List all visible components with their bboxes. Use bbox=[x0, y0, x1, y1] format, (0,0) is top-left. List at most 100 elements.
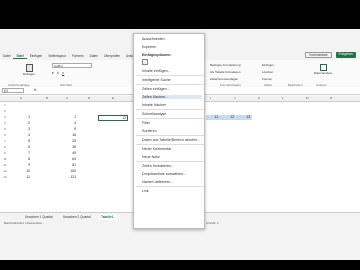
row-header[interactable]: 12 bbox=[0, 169, 10, 173]
cell-b11[interactable]: 81 bbox=[62, 163, 76, 167]
cell-selected[interactable]: 13 bbox=[238, 115, 250, 119]
menu-smart-lookup[interactable]: Intelligente Suche bbox=[142, 78, 171, 82]
menu-format-cells[interactable]: Zellen formatieren... bbox=[142, 164, 174, 168]
tab-review[interactable]: Überprüfen bbox=[101, 54, 123, 58]
menu-insert-cells[interactable]: Zellen einfügen... bbox=[142, 87, 170, 91]
row-header[interactable]: 1 bbox=[0, 103, 10, 107]
row-header[interactable]: 3 bbox=[0, 115, 10, 119]
underline-button[interactable]: U bbox=[62, 71, 64, 75]
menu-cut[interactable]: Ausschneiden bbox=[142, 37, 165, 41]
row-header[interactable]: 2 bbox=[0, 109, 10, 113]
column-header[interactable]: L bbox=[282, 96, 284, 100]
row-header[interactable]: 6 bbox=[0, 133, 10, 137]
paste-icon[interactable] bbox=[142, 59, 148, 65]
cell-b8[interactable]: 36 bbox=[62, 145, 76, 149]
cell-a13[interactable]: 11 bbox=[14, 175, 30, 179]
menu-link[interactable]: Link bbox=[142, 189, 149, 193]
column-header[interactable]: D bbox=[88, 96, 90, 100]
tab-page-layout[interactable]: Seitenlayout bbox=[45, 54, 69, 58]
cell-a8[interactable]: 6 bbox=[14, 145, 30, 149]
row-header[interactable]: 11 bbox=[0, 163, 10, 167]
column-header[interactable]: E bbox=[112, 96, 114, 100]
menu-clear-contents[interactable]: Inhalte löschen bbox=[142, 103, 166, 107]
menu-sort[interactable]: Sortieren bbox=[142, 129, 157, 133]
cell-b4[interactable]: 4 bbox=[62, 121, 76, 125]
menu-get-data[interactable]: Daten aus Tabelle/Bereich abrufen... bbox=[142, 138, 200, 142]
tab-file[interactable]: Datei bbox=[0, 54, 13, 58]
menu-new-note[interactable]: Neue Notiz bbox=[142, 155, 160, 159]
row-header[interactable]: 9 bbox=[0, 151, 10, 155]
chart-icon bbox=[319, 64, 327, 71]
delete-cells-button[interactable]: Löschen bbox=[262, 70, 273, 74]
menu-separator bbox=[136, 75, 204, 76]
share-button[interactable]: Freigeben bbox=[335, 52, 356, 58]
bold-button[interactable]: F bbox=[52, 71, 54, 75]
font-name-select[interactable]: Calibri bbox=[52, 63, 92, 68]
menu-separator bbox=[136, 144, 204, 145]
name-box[interactable]: E3 bbox=[2, 88, 24, 93]
column-header[interactable]: M bbox=[306, 96, 309, 100]
accessibility-status[interactable]: Barrierefreiheit: Untersuchen bbox=[4, 221, 42, 225]
menu-separator bbox=[136, 186, 204, 187]
cell-b5[interactable]: 9 bbox=[62, 127, 76, 131]
row-header[interactable]: 8 bbox=[0, 145, 10, 149]
row-header[interactable]: 7 bbox=[0, 139, 10, 143]
row-header[interactable]: 5 bbox=[0, 127, 10, 131]
conditional-formatting-button[interactable]: Bedingte Formatierung bbox=[210, 63, 241, 67]
cell-b12[interactable]: 100 bbox=[62, 169, 76, 173]
comments-button[interactable]: Kommentare bbox=[305, 52, 332, 58]
tab-data[interactable]: Daten bbox=[87, 54, 102, 58]
menu-new-comment[interactable]: Neuer Kommentar bbox=[142, 147, 171, 151]
format-as-table-button[interactable]: Als Tabelle formatieren bbox=[210, 70, 240, 74]
cell-styles-button[interactable]: Zellenformatvorlagen bbox=[210, 77, 238, 81]
menu-filter[interactable]: Filter bbox=[142, 121, 150, 125]
menu-pick-dropdown[interactable]: Dropdownliste auswählen... bbox=[142, 172, 186, 176]
data-analysis-button[interactable]: Datenanalyse bbox=[312, 64, 334, 75]
menu-separator bbox=[136, 118, 204, 119]
cell-e3-active[interactable]: 12 bbox=[98, 115, 128, 121]
column-header[interactable]: A bbox=[20, 96, 22, 100]
cell-a12[interactable]: 10 bbox=[14, 169, 30, 173]
italic-button[interactable]: K bbox=[57, 71, 59, 75]
row-header[interactable]: 10 bbox=[0, 157, 10, 161]
clipboard-icon bbox=[25, 64, 33, 72]
cell-b13[interactable]: 121 bbox=[62, 175, 76, 179]
tab-formulas[interactable]: Formeln bbox=[69, 54, 87, 58]
menu-separator bbox=[136, 84, 204, 85]
cell-b9[interactable]: 49 bbox=[62, 151, 76, 155]
cell-a3[interactable]: 1 bbox=[14, 115, 30, 119]
cell-b10[interactable]: 64 bbox=[62, 157, 76, 161]
cell-a11[interactable]: 9 bbox=[14, 163, 30, 167]
menu-paste-special[interactable]: Inhalte einfügen... bbox=[142, 69, 171, 73]
format-cells-button[interactable]: Format bbox=[262, 77, 272, 81]
cell-selected[interactable]: 11 bbox=[206, 115, 218, 119]
cell-a4[interactable]: 2 bbox=[14, 121, 30, 125]
column-header[interactable]: N bbox=[330, 96, 332, 100]
menu-quick-analysis[interactable]: Schnellanalyse bbox=[142, 112, 166, 116]
insert-cells-button[interactable]: Einfügen bbox=[262, 63, 274, 67]
menu-separator bbox=[136, 109, 204, 110]
cell-a7[interactable]: 5 bbox=[14, 139, 30, 143]
cell-selected[interactable]: 12 bbox=[222, 115, 234, 119]
column-header[interactable]: I bbox=[210, 96, 211, 100]
cell-a5[interactable]: 3 bbox=[14, 127, 30, 131]
cell-a10[interactable]: 8 bbox=[14, 157, 30, 161]
column-header[interactable]: J bbox=[234, 96, 236, 100]
cell-b3[interactable]: 1 bbox=[62, 115, 76, 119]
row-header[interactable]: 13 bbox=[0, 175, 10, 179]
tab-insert[interactable]: Einfügen bbox=[27, 54, 46, 58]
menu-define-name[interactable]: Namen definieren... bbox=[142, 180, 173, 184]
column-header[interactable]: B bbox=[46, 96, 48, 100]
menu-delete-cells[interactable]: Zellen löschen... bbox=[142, 95, 202, 99]
tab-home[interactable]: Start bbox=[13, 54, 27, 59]
cell-b7[interactable]: 25 bbox=[62, 139, 76, 143]
row-header[interactable]: 4 bbox=[0, 121, 10, 125]
cell-a9[interactable]: 7 bbox=[14, 151, 30, 155]
context-menu: Ausschneiden Kopieren Einfügeoptionen: I… bbox=[133, 33, 205, 229]
column-header[interactable]: C bbox=[66, 96, 68, 100]
column-header[interactable]: K bbox=[258, 96, 260, 100]
cell-b6[interactable]: 16 bbox=[62, 133, 76, 137]
menu-copy[interactable]: Kopieren bbox=[142, 45, 156, 49]
cell-a6[interactable]: 4 bbox=[14, 133, 30, 137]
paste-button[interactable]: Einfügen bbox=[22, 64, 36, 80]
